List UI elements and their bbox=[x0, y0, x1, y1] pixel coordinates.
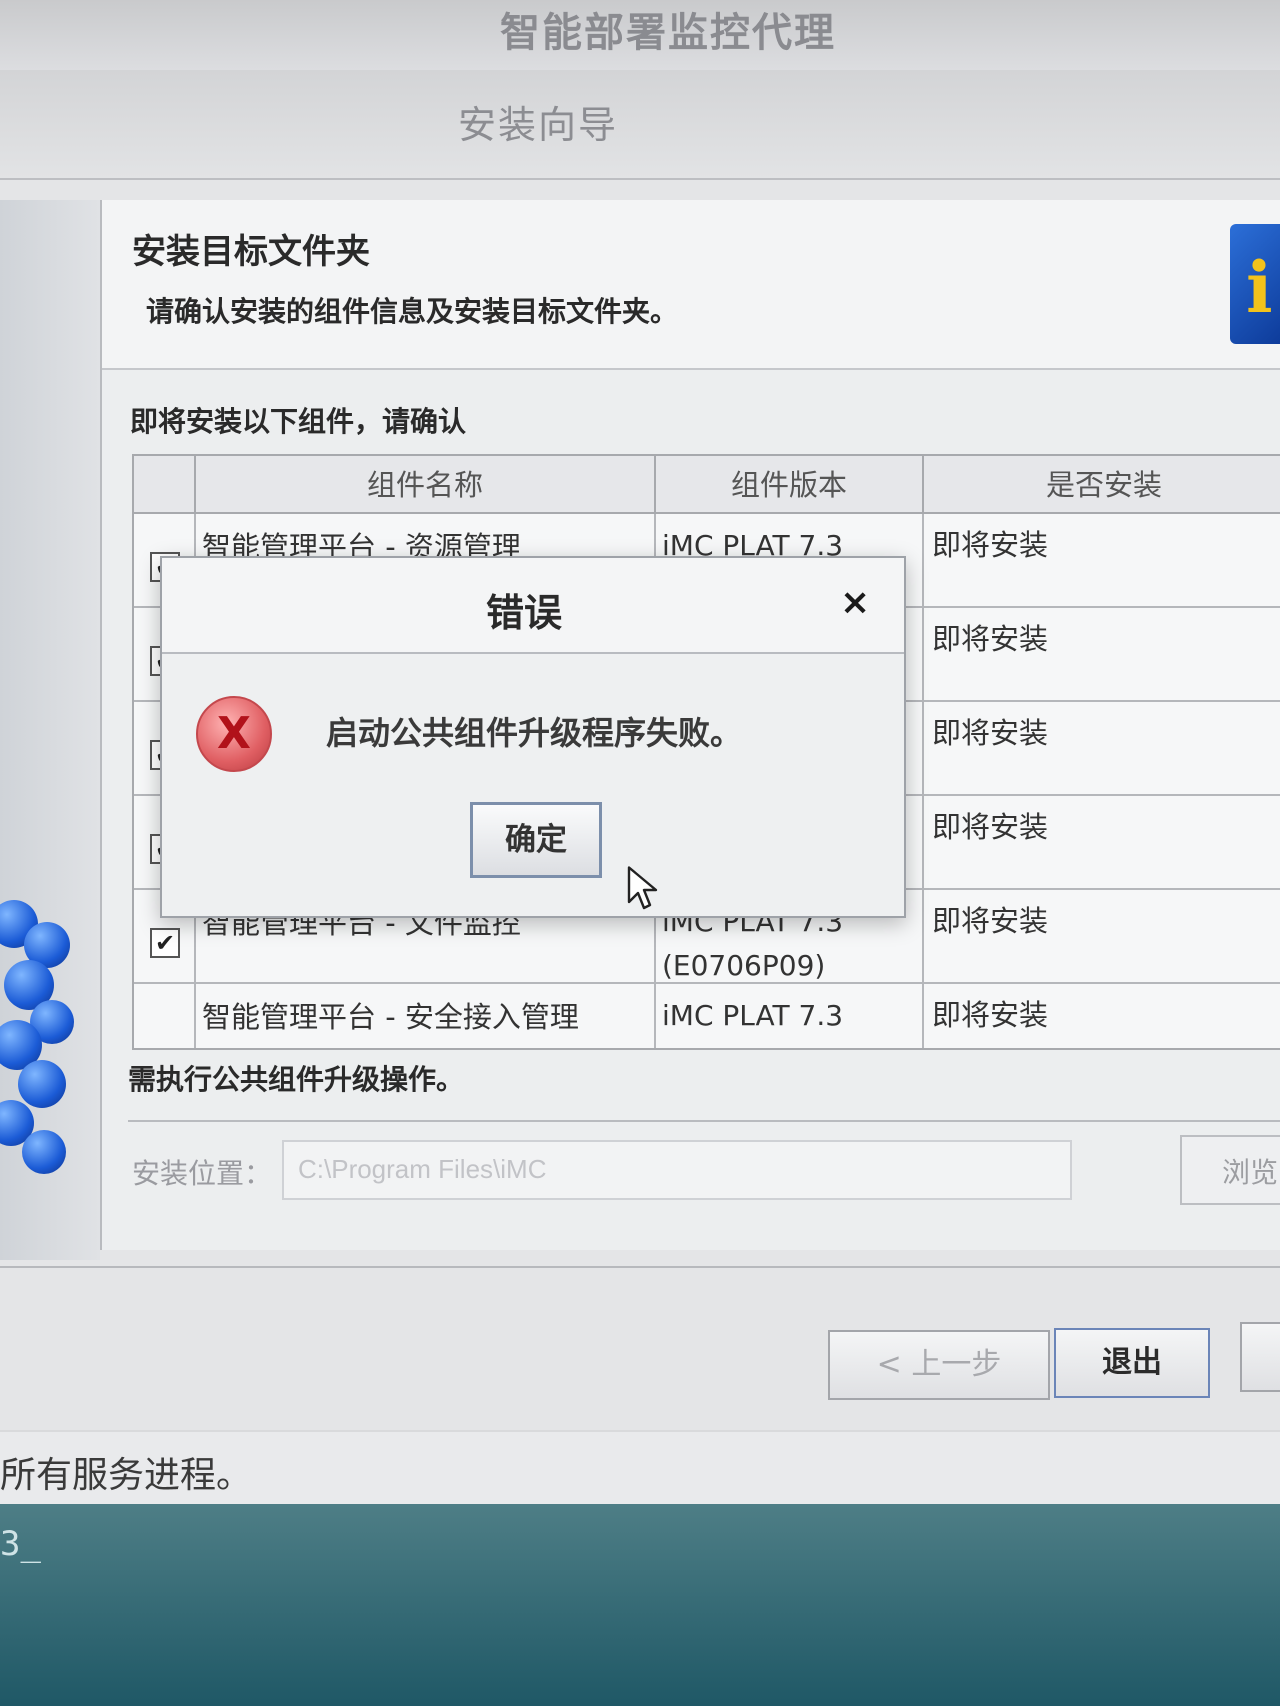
section-title: 安装目标文件夹 bbox=[132, 232, 370, 272]
install-status: 即将安装 bbox=[932, 528, 1049, 562]
confirm-label: 即将安装以下组件，请确认 bbox=[130, 405, 467, 438]
decorative-bead bbox=[22, 1130, 66, 1174]
column-header-install: 是否安装 bbox=[1045, 468, 1162, 502]
version-build: (E0706P09) bbox=[662, 949, 826, 982]
component-name: 智能管理平台 - 安全接入管理 bbox=[196, 984, 656, 1048]
close-icon[interactable]: × bbox=[840, 582, 870, 623]
error-dialog: 错误 × X 启动公共组件升级程序失败。 确定 bbox=[160, 556, 906, 918]
mouse-cursor-icon bbox=[627, 866, 658, 910]
upgrade-note: 需执行公共组件升级操作。 bbox=[128, 1063, 465, 1096]
error-message: 启动公共组件升级程序失败。 bbox=[326, 714, 743, 752]
install-status: 即将安装 bbox=[932, 622, 1049, 656]
footer-divider bbox=[0, 1266, 1280, 1268]
install-status: 即将安装 bbox=[932, 998, 1049, 1032]
exit-button[interactable]: 退出 bbox=[1054, 1328, 1210, 1398]
table-header: 组件名称 组件版本 是否安装 bbox=[134, 456, 1280, 514]
status-text: 所有服务进程。 bbox=[0, 1455, 253, 1496]
ok-button[interactable]: 确定 bbox=[470, 802, 602, 878]
error-icon: X bbox=[196, 696, 272, 772]
section-header: 安装目标文件夹 请确认安装的组件信息及安装目标文件夹。 i bbox=[102, 200, 1280, 370]
wizard-header: 安装向导 bbox=[0, 70, 1280, 180]
next-button[interactable] bbox=[1240, 1322, 1280, 1392]
install-status: 即将安装 bbox=[932, 904, 1049, 938]
install-status: 即将安装 bbox=[932, 716, 1049, 750]
decorative-bead bbox=[18, 1060, 66, 1108]
checkbox-column-header bbox=[134, 456, 196, 514]
wizard-side-graphic bbox=[0, 200, 100, 1260]
browse-button[interactable]: 浏览 bbox=[1180, 1135, 1280, 1205]
status-bar: 所有服务进程。 bbox=[0, 1432, 1280, 1504]
wizard-title: 安装向导 bbox=[458, 103, 619, 147]
dialog-titlebar: 错误 × bbox=[162, 558, 904, 654]
console-line: 3_ bbox=[0, 1524, 41, 1564]
wizard-logo-icon: i bbox=[1230, 224, 1280, 344]
component-version: iMC PLAT 7.3 bbox=[656, 984, 924, 1048]
app-title: 智能部署监控代理 bbox=[500, 10, 836, 56]
install-path-label: 安装位置： bbox=[132, 1157, 273, 1190]
column-header-name: 组件名称 bbox=[196, 456, 656, 514]
divider bbox=[128, 1120, 1280, 1122]
section-description: 请确认安装的组件信息及安装目标文件夹。 bbox=[146, 295, 679, 328]
console-window: 3_ bbox=[0, 1504, 1280, 1706]
dialog-title: 错误 bbox=[486, 591, 563, 635]
row-checkbox[interactable]: ✔ bbox=[150, 928, 180, 958]
column-header-version: 组件版本 bbox=[656, 456, 924, 514]
install-path-input[interactable]: C:\Program Files\iMC bbox=[282, 1140, 1072, 1200]
app-title-bar: 智能部署监控代理 bbox=[0, 0, 1280, 70]
table-row[interactable]: 智能管理平台 - 安全接入管理 iMC PLAT 7.3 即将安装 bbox=[134, 984, 1280, 1048]
install-status: 即将安装 bbox=[932, 810, 1049, 844]
back-button[interactable]: < 上一步 bbox=[828, 1330, 1050, 1400]
